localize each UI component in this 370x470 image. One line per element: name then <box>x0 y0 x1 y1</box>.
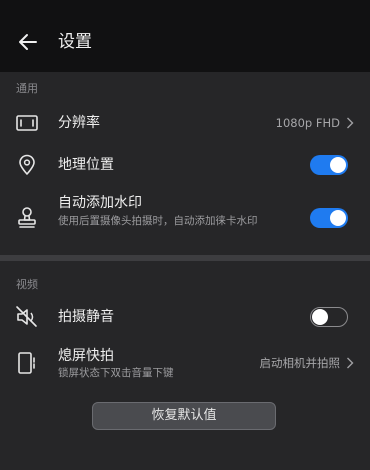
stamp-icon <box>14 204 40 230</box>
setting-row-watermark[interactable]: 自动添加水印 使用后置摄像头拍摄时，自动添加徕卡水印 <box>0 192 370 248</box>
setting-title-watermark: 自动添加水印 <box>58 195 142 211</box>
setting-value-resolution: 1080p FHD <box>275 116 340 130</box>
setting-value-quick-snap: 启动相机并拍照 <box>259 356 341 370</box>
setting-row-location[interactable]: 地理位置 <box>0 148 370 182</box>
setting-row-quick-snap[interactable]: 熄屏快拍 锁屏状态下双击音量下键 启动相机并拍照 <box>0 344 370 388</box>
setting-title-location: 地理位置 <box>58 157 114 173</box>
phone-quick-icon <box>14 350 40 376</box>
section-label-general: 通用 <box>16 82 38 95</box>
section-divider <box>0 255 370 261</box>
back-button[interactable] <box>14 28 42 56</box>
mute-shutter-toggle[interactable] <box>310 307 348 327</box>
setting-title-mute-shutter: 拍摄静音 <box>58 309 114 325</box>
setting-title-resolution: 分辨率 <box>58 115 100 131</box>
setting-row-mute-shutter[interactable]: 拍摄静音 <box>0 300 370 334</box>
speaker-mute-icon <box>14 304 40 330</box>
arrow-left-icon <box>19 34 37 50</box>
toggle-knob <box>330 210 346 226</box>
setting-title-quick-snap: 熄屏快拍 <box>58 348 114 364</box>
setting-subtitle-watermark: 使用后置摄像头拍摄时，自动添加徕卡水印 <box>58 215 258 227</box>
resolution-icon <box>14 110 40 136</box>
chevron-right-icon <box>346 357 354 369</box>
top-bar: 设置 <box>0 0 370 72</box>
setting-row-resolution[interactable]: 分辨率 1080p FHD <box>0 106 370 140</box>
toggle-knob <box>330 157 346 173</box>
page-title: 设置 <box>58 32 92 52</box>
location-toggle[interactable] <box>310 155 348 175</box>
toggle-knob <box>312 308 328 325</box>
section-label-video: 视频 <box>16 278 38 291</box>
chevron-right-icon <box>346 117 354 129</box>
reset-defaults-button[interactable]: 恢复默认值 <box>92 402 276 430</box>
location-pin-icon <box>14 152 40 178</box>
watermark-toggle[interactable] <box>310 208 348 228</box>
